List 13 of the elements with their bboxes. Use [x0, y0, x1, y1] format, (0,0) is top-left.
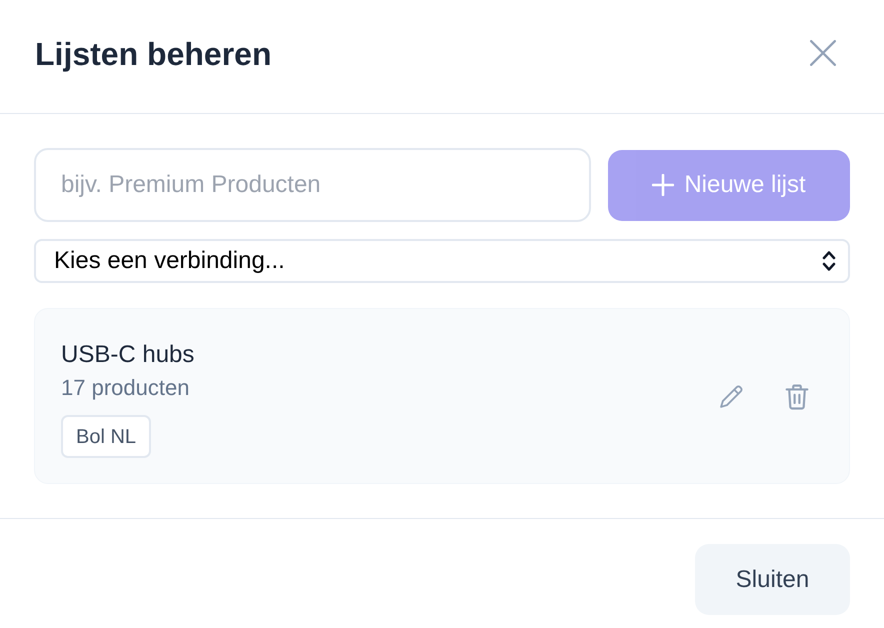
chevron-up-down-icon — [822, 250, 836, 272]
plus-icon — [652, 174, 674, 196]
pencil-icon — [717, 382, 745, 410]
close-dialog-button[interactable]: Sluiten — [695, 544, 850, 615]
dialog-title: Lijsten beheren — [35, 34, 272, 74]
close-icon — [810, 40, 836, 66]
trash-icon — [785, 384, 809, 410]
list-name: USB-C hubs — [61, 340, 194, 370]
product-count: 17 producten — [61, 374, 190, 402]
list-name-input[interactable]: bijv. Premium Producten — [34, 148, 591, 222]
connection-select[interactable]: Kies een verbinding... — [34, 239, 850, 283]
close-button[interactable] — [810, 40, 836, 66]
connection-tag: Bol NL — [61, 415, 152, 458]
